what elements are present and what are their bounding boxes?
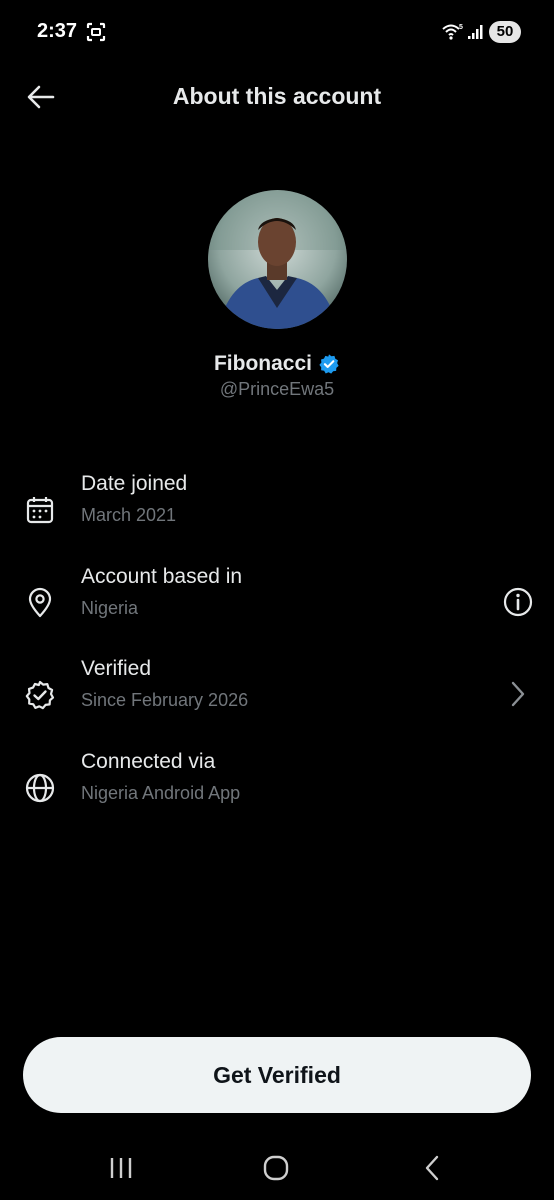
connected-via-row: Connected via Nigeria Android App — [0, 750, 554, 820]
account-based-in-row: Account based in Nigeria — [0, 565, 554, 635]
system-nav-bar — [0, 1136, 554, 1200]
get-verified-button[interactable]: Get Verified — [23, 1037, 531, 1113]
location-pin-icon — [28, 587, 52, 618]
avatar[interactable] — [208, 190, 347, 329]
verified-label: Verified — [81, 657, 152, 680]
verified-chevron[interactable] — [502, 678, 534, 710]
calendar-icon — [26, 497, 54, 524]
verified-badge-icon[interactable] — [318, 353, 340, 375]
account-based-in-label: Account based in — [81, 565, 243, 588]
account-based-in-value: Nigeria — [81, 598, 139, 618]
date-joined-value: March 2021 — [81, 505, 177, 525]
system-back-button[interactable] — [410, 1150, 454, 1186]
page-title: About this account — [172, 83, 382, 109]
verified-check-icon — [25, 680, 55, 710]
profile-name: Fibonacci — [213, 352, 313, 375]
verified-value: Since February 2026 — [81, 690, 249, 710]
account-location-info-button[interactable] — [502, 586, 534, 618]
info-icon — [503, 587, 533, 617]
back-icon — [425, 1155, 439, 1181]
battery-icon: 50 — [489, 21, 521, 43]
wifi-icon: 5 — [442, 24, 463, 40]
home-button[interactable] — [254, 1150, 298, 1186]
profile-handle: @PrinceEwa5 — [219, 379, 335, 399]
screenshot-icon — [86, 22, 106, 42]
recent-apps-icon — [110, 1158, 132, 1178]
profile-name-row: Fibonacci — [0, 352, 554, 376]
svg-text:5: 5 — [459, 24, 463, 31]
status-bar: 2:37 5 50 — [0, 0, 554, 66]
date-joined-label: Date joined — [81, 472, 188, 495]
recent-apps-button[interactable] — [99, 1150, 143, 1186]
status-time: 2:37 — [37, 20, 78, 42]
globe-icon — [25, 773, 55, 803]
verified-row[interactable]: Verified Since February 2026 — [0, 657, 554, 727]
home-icon — [263, 1155, 289, 1181]
profile-photo — [208, 190, 347, 329]
top-bar: About this account — [0, 66, 554, 128]
connected-via-value: Nigeria Android App — [81, 783, 241, 803]
connected-via-label: Connected via — [81, 750, 216, 773]
chevron-right-icon — [511, 681, 525, 707]
date-joined-row: Date joined March 2021 — [0, 472, 554, 542]
signal-icon — [468, 25, 483, 39]
